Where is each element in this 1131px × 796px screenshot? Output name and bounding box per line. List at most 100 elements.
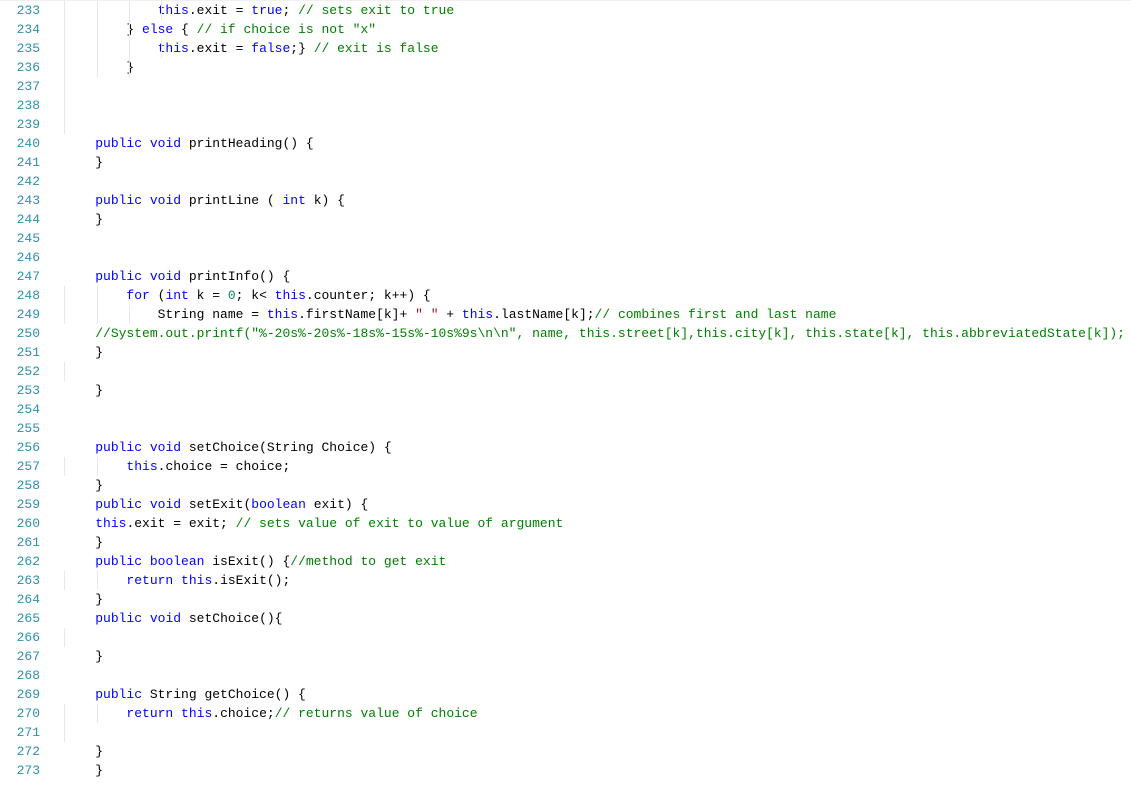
code-line[interactable] [64,96,1131,115]
code-line[interactable]: public void setChoice(String Choice) { [64,438,1131,457]
code-token [173,573,181,588]
code-token: this [462,307,493,322]
code-line[interactable]: } [64,590,1131,609]
code-token: printInfo() { [181,269,290,284]
code-line[interactable] [64,400,1131,419]
indent-guide [64,628,65,647]
line-number: 272 [0,742,40,761]
code-line[interactable] [64,248,1131,267]
code-line[interactable]: public boolean isExit() {//method to get… [64,552,1131,571]
code-token: .exit = [189,41,251,56]
code-line[interactable]: } [64,343,1131,362]
code-line[interactable]: public String getChoice() { [64,685,1131,704]
code-token [64,193,95,208]
code-line[interactable] [64,666,1131,685]
code-token [64,326,95,341]
line-number: 258 [0,476,40,495]
line-number: 261 [0,533,40,552]
code-line[interactable]: return this.choice;// returns value of c… [64,704,1131,723]
code-line[interactable]: public void printHeading() { [64,134,1131,153]
code-token: void [150,611,181,626]
code-area[interactable]: this.exit = true; // sets exit to true }… [50,1,1131,780]
code-line[interactable]: } [64,58,1131,77]
code-line[interactable] [64,115,1131,134]
code-token [64,687,95,702]
code-token [142,440,150,455]
code-token: // if choice is not "x" [197,22,376,37]
code-line[interactable]: } [64,381,1131,400]
code-token: ; k< [236,288,275,303]
code-token [64,288,126,303]
code-line[interactable]: public void setChoice(){ [64,609,1131,628]
line-number: 262 [0,552,40,571]
code-line[interactable] [64,723,1131,742]
code-token: int [282,193,305,208]
line-number: 273 [0,761,40,780]
code-line[interactable] [64,77,1131,96]
line-number: 246 [0,248,40,267]
code-token: } [64,535,103,550]
indent-guide [64,39,65,58]
code-token: } [64,60,134,75]
indent-guide [129,39,130,58]
line-number: 238 [0,96,40,115]
code-token: } [64,383,103,398]
code-line[interactable]: this.choice = choice; [64,457,1131,476]
code-line[interactable]: public void setExit(boolean exit) { [64,495,1131,514]
line-number: 234 [0,20,40,39]
line-number: 236 [0,58,40,77]
code-line[interactable]: String name = this.firstName[k]+ " " + t… [64,305,1131,324]
code-line[interactable]: } [64,761,1131,780]
code-line[interactable] [64,362,1131,381]
code-token: this [126,459,157,474]
code-token: setExit( [181,497,251,512]
code-line[interactable]: } else { // if choice is not "x" [64,20,1131,39]
code-token [173,706,181,721]
indent-guide [97,457,98,476]
code-line[interactable]: } [64,210,1131,229]
code-editor[interactable]: 2332342352362372382392402412422432442452… [0,0,1131,780]
code-line[interactable] [64,172,1131,191]
code-token: this [267,307,298,322]
code-token: true [251,3,282,18]
code-line[interactable]: this.exit = false;} // exit is false [64,39,1131,58]
code-token: ;} [290,41,313,56]
code-line[interactable]: for (int k = 0; k< this.counter; k++) { [64,286,1131,305]
code-token [142,136,150,151]
code-line[interactable]: } [64,533,1131,552]
code-line[interactable] [64,419,1131,438]
line-number: 264 [0,590,40,609]
code-token: this [181,573,212,588]
code-token: this [95,516,126,531]
code-token: k) { [306,193,345,208]
code-token: this [158,3,189,18]
code-token: for [126,288,149,303]
line-number: 254 [0,400,40,419]
indent-guide [64,286,65,305]
code-line[interactable]: //System.out.printf("%-20s%-20s%-18s%-15… [64,324,1131,343]
code-token: int [165,288,188,303]
code-token: setChoice(String Choice) { [181,440,392,455]
indent-guide [64,571,65,590]
code-line[interactable]: } [64,742,1131,761]
code-line[interactable]: } [64,476,1131,495]
code-token: public [95,497,142,512]
code-line[interactable] [64,628,1131,647]
code-token: 0 [228,288,236,303]
line-number: 244 [0,210,40,229]
indent-guide [97,571,98,590]
code-line[interactable]: this.exit = true; // sets exit to true [64,1,1131,20]
code-line[interactable]: } [64,153,1131,172]
code-line[interactable]: return this.isExit(); [64,571,1131,590]
code-token [142,554,150,569]
code-line[interactable]: public void printInfo() { [64,267,1131,286]
code-line[interactable]: public void printLine ( int k) { [64,191,1131,210]
code-line[interactable]: } [64,647,1131,666]
indent-guide [129,1,130,20]
code-token: false [251,41,290,56]
line-number: 252 [0,362,40,381]
code-token: this [158,41,189,56]
code-token [64,611,95,626]
code-line[interactable]: this.exit = exit; // sets value of exit … [64,514,1131,533]
code-line[interactable] [64,229,1131,248]
